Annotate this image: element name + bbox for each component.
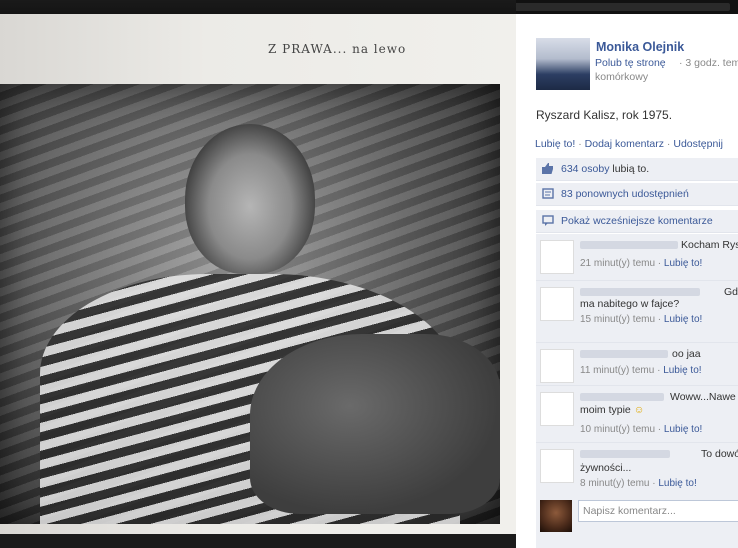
author-name-link[interactable]: Monika Olejnik bbox=[596, 40, 684, 54]
viewer-avatar bbox=[540, 500, 572, 532]
comment-bubble-icon bbox=[542, 215, 554, 226]
like-action-link[interactable]: Lubię to! bbox=[535, 138, 575, 150]
comment-text-line2: żywności... bbox=[580, 462, 632, 474]
comment-meta: 10 minut(y) temu · Lubię to! bbox=[580, 424, 702, 435]
commenter-avatar[interactable] bbox=[540, 349, 574, 383]
comment-time[interactable]: 15 minut(y) temu bbox=[580, 314, 655, 325]
comment-time[interactable]: 8 minut(y) temu bbox=[580, 478, 649, 489]
redacted-commenter-name bbox=[580, 393, 664, 401]
photo-leg bbox=[250, 334, 500, 514]
smiley-emoji-icon: ☺ bbox=[633, 404, 645, 416]
meta-separator: · bbox=[655, 258, 664, 269]
comment-meta: 21 minut(y) temu · Lubię to! bbox=[580, 258, 702, 269]
comment-input[interactable] bbox=[578, 500, 738, 522]
post-device: komórkowy bbox=[595, 71, 649, 83]
comment-text-line2: ma nabitego w fajce? bbox=[580, 298, 680, 310]
meta-separator: · bbox=[655, 314, 664, 325]
show-earlier-comments-link[interactable]: Pokaż wcześniejsze komentarze bbox=[561, 215, 713, 227]
book-page-header: Z PRAWA... na lewo bbox=[268, 42, 407, 56]
comment-text: Kocham Rys bbox=[681, 239, 738, 251]
black-and-white-photo bbox=[0, 84, 500, 524]
comment-text: Woww...Nawe bbox=[670, 391, 736, 403]
likes-count-link[interactable]: 634 osoby bbox=[561, 163, 609, 175]
comment-meta: 15 minut(y) temu · Lubię to! bbox=[580, 314, 702, 325]
meta-separator: · bbox=[654, 365, 664, 376]
commenter-avatar[interactable] bbox=[540, 240, 574, 274]
meta-separator: · bbox=[655, 424, 664, 435]
comment-text: To dowód n bbox=[701, 448, 738, 460]
likes-summary-row: 634 osoby lubią to. bbox=[536, 158, 738, 181]
redacted-commenter-name bbox=[580, 450, 670, 458]
add-comment-link[interactable]: Dodaj komentarz bbox=[585, 138, 664, 150]
comment-text-line2-text: moim typie bbox=[580, 404, 631, 416]
author-avatar[interactable] bbox=[536, 38, 590, 90]
shares-summary-row: 83 ponownych udostępnień bbox=[536, 183, 738, 206]
photo-viewer[interactable]: Z PRAWA... na lewo bbox=[0, 0, 516, 548]
share-icon bbox=[542, 188, 554, 199]
comment-meta: 11 minut(y) temu · Lubię to! bbox=[580, 365, 702, 376]
comment-item: oo jaa 11 minut(y) temu · Lubię to! bbox=[536, 343, 738, 386]
like-page-link[interactable]: Polub tę stronę bbox=[595, 57, 666, 69]
comment-time[interactable]: 10 minut(y) temu bbox=[580, 424, 655, 435]
photo-head bbox=[185, 124, 315, 274]
comment-composer bbox=[536, 494, 738, 548]
share-link[interactable]: Udostępnij bbox=[673, 138, 723, 150]
likes-suffix: lubią to. bbox=[609, 163, 650, 175]
comment-time[interactable]: 11 minut(y) temu bbox=[580, 365, 654, 376]
photo-bottom-strip bbox=[0, 534, 516, 548]
show-earlier-comments-row[interactable]: Pokaż wcześniejsze komentarze bbox=[536, 210, 738, 233]
comment-item: To dowód n żywności... 8 minut(y) temu ·… bbox=[536, 443, 738, 496]
comment-item: Gdzie t ma nabitego w fajce? 15 minut(y)… bbox=[536, 281, 738, 343]
comment-like-link[interactable]: Lubię to! bbox=[664, 424, 702, 435]
comment-time[interactable]: 21 minut(y) temu bbox=[580, 258, 655, 269]
comment-item: Kocham Rys 21 minut(y) temu · Lubię to! bbox=[536, 234, 738, 281]
commenter-avatar[interactable] bbox=[540, 287, 574, 321]
redacted-commenter-name bbox=[580, 350, 668, 358]
post-actions: Lubię to! · Dodaj komentarz · Udostępnij bbox=[535, 138, 723, 150]
action-separator: · bbox=[664, 138, 674, 150]
thumbs-up-icon bbox=[542, 163, 553, 174]
book-page: Z PRAWA... na lewo bbox=[0, 14, 516, 534]
comment-like-link[interactable]: Lubię to! bbox=[658, 478, 696, 489]
post-caption: Ryszard Kalisz, rok 1975. bbox=[536, 108, 673, 122]
shares-count-link[interactable]: 83 ponownych udostępnień bbox=[561, 188, 689, 200]
comment-text: oo jaa bbox=[672, 348, 701, 360]
post-panel: Monika Olejnik Polub tę stronę · 3 godz.… bbox=[516, 14, 738, 548]
comment-like-link[interactable]: Lubię to! bbox=[664, 314, 702, 325]
redacted-commenter-name bbox=[580, 288, 700, 296]
action-separator: · bbox=[575, 138, 585, 150]
likes-text: 634 osoby lubią to. bbox=[561, 163, 649, 175]
comment-text-line2: moim typie ☺ bbox=[580, 403, 738, 417]
comment-like-link[interactable]: Lubię to! bbox=[664, 258, 702, 269]
commenter-avatar[interactable] bbox=[540, 449, 574, 483]
post-timestamp[interactable]: · 3 godz. temu bbox=[679, 57, 738, 69]
comment-like-link[interactable]: Lubię to! bbox=[663, 365, 701, 376]
comment-item: Woww...Nawe moim typie ☺ 10 minut(y) tem… bbox=[536, 386, 738, 443]
comment-meta: 8 minut(y) temu · Lubię to! bbox=[580, 478, 697, 489]
redacted-commenter-name bbox=[580, 241, 678, 249]
commenter-avatar[interactable] bbox=[540, 392, 574, 426]
